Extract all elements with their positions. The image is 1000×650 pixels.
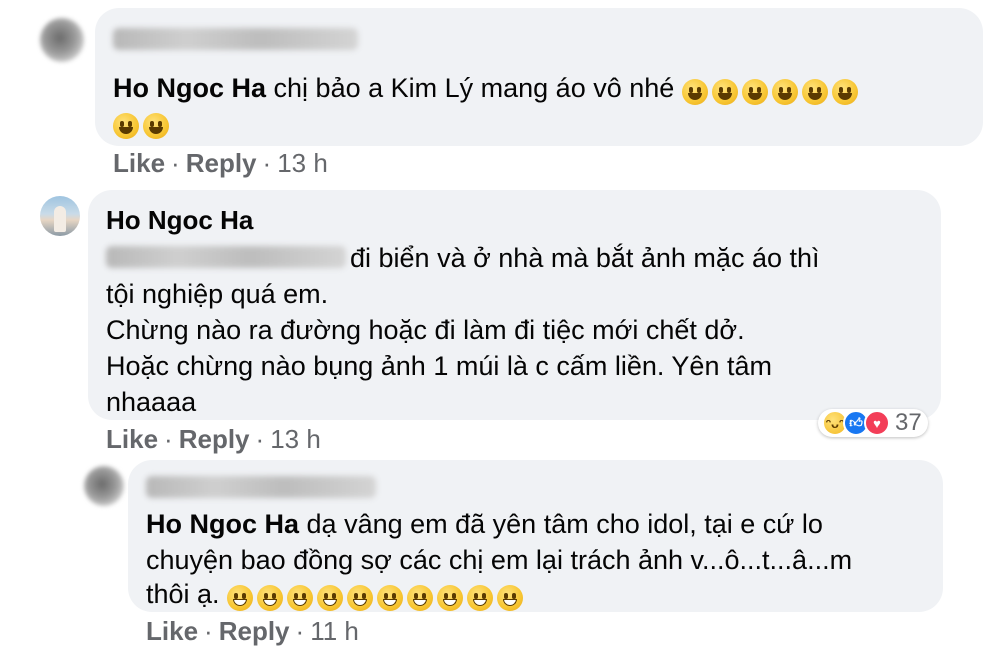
comment-text: thôi ạ.	[146, 576, 527, 614]
grinning-face-icon	[227, 584, 254, 611]
like-button[interactable]: Like	[113, 148, 165, 178]
comment-bubble-3: Ho Ngoc Ha dạ vâng em đã yên tâm cho ido…	[128, 460, 943, 612]
comment-text: Ho Ngoc Ha chị bảo a Kim Lý mang áo vô n…	[113, 70, 862, 108]
comment-actions: Like · Reply · 13 h	[113, 148, 328, 179]
love-icon: ♥	[864, 410, 890, 436]
separator: ·	[204, 616, 213, 646]
comment-bubble-2: Ho Ngoc Ha đi biển và ở nhà mà bắt ảnh m…	[88, 190, 941, 420]
comment-line: dạ vâng em đã yên tâm cho idol, tại e cứ…	[306, 509, 823, 539]
comment-text: Ho Ngoc Ha dạ vâng em đã yên tâm cho ido…	[146, 506, 823, 542]
emoji-group-line2	[113, 106, 173, 142]
author-name[interactable]: Ho Ngoc Ha	[106, 202, 253, 238]
grinning-face-icon	[711, 78, 738, 105]
comment-actions: Like · Reply · 13 h	[106, 424, 321, 455]
comment-bubble-1: Ho Ngoc Ha chị bảo a Kim Lý mang áo vô n…	[95, 8, 983, 146]
redacted-author-name	[146, 476, 376, 498]
reaction-summary[interactable]: ᵔᴗᵔ 👍︎ ♥ 37	[818, 409, 928, 437]
timestamp[interactable]: 11 h	[310, 616, 359, 646]
redacted-mention	[106, 246, 346, 268]
reply-button[interactable]: Reply	[186, 148, 257, 178]
comment-line: nhaaaa	[106, 387, 197, 417]
emoji-group	[227, 578, 527, 614]
avatar[interactable]	[40, 18, 84, 62]
grinning-face-icon	[407, 584, 434, 611]
grinning-face-icon	[113, 112, 139, 139]
grinning-face-icon	[143, 112, 169, 139]
grinning-face-icon	[467, 584, 494, 611]
avatar-figure	[54, 206, 66, 232]
reply-button[interactable]: Reply	[219, 616, 290, 646]
grinning-face-icon	[347, 584, 374, 611]
separator: ·	[171, 148, 180, 178]
comment-line: đi biển và ở nhà mà bắt ảnh mặc áo thì	[350, 243, 820, 273]
emoji-group	[681, 72, 862, 108]
comment-line: tội nghiệp quá em.	[106, 279, 329, 309]
grinning-face-icon	[681, 78, 708, 105]
grinning-face-icon	[377, 584, 404, 611]
comment-line: chuyện bao đồng sợ các chị em lại trách …	[146, 545, 853, 575]
separator: ·	[262, 148, 272, 178]
grinning-face-icon	[287, 584, 314, 611]
comment-actions: Like · Reply · 11 h	[146, 616, 359, 647]
comment-line: Hoặc chừng nào bụng ảnh 1 múi là c cấm l…	[106, 351, 772, 381]
separator: ·	[295, 616, 305, 646]
grinning-face-icon	[437, 584, 464, 611]
reaction-count: 37	[895, 409, 922, 436]
comment-body: chị bảo a Kim Lý mang áo vô nhé	[273, 73, 675, 103]
reply-button[interactable]: Reply	[179, 424, 250, 454]
like-button[interactable]: Like	[106, 424, 158, 454]
avatar[interactable]	[84, 466, 124, 506]
comment-line: Chừng nào ra đường hoặc đi làm đi tiệc m…	[106, 315, 745, 345]
mention-tag[interactable]: Ho Ngoc Ha	[113, 73, 266, 103]
redacted-author-name	[113, 28, 358, 50]
avatar[interactable]	[40, 196, 80, 236]
grinning-face-icon	[317, 584, 344, 611]
separator: ·	[164, 424, 173, 454]
grinning-face-icon	[497, 584, 524, 611]
mention-tag[interactable]: Ho Ngoc Ha	[146, 509, 299, 539]
separator: ·	[255, 424, 265, 454]
grinning-face-icon	[801, 78, 828, 105]
comment-line: thôi ạ.	[146, 579, 220, 609]
grinning-face-icon	[831, 78, 858, 105]
timestamp[interactable]: 13 h	[277, 148, 328, 178]
like-button[interactable]: Like	[146, 616, 198, 646]
grinning-face-icon	[257, 584, 284, 611]
grinning-face-icon	[771, 78, 798, 105]
timestamp[interactable]: 13 h	[270, 424, 321, 454]
grinning-face-icon	[741, 78, 768, 105]
